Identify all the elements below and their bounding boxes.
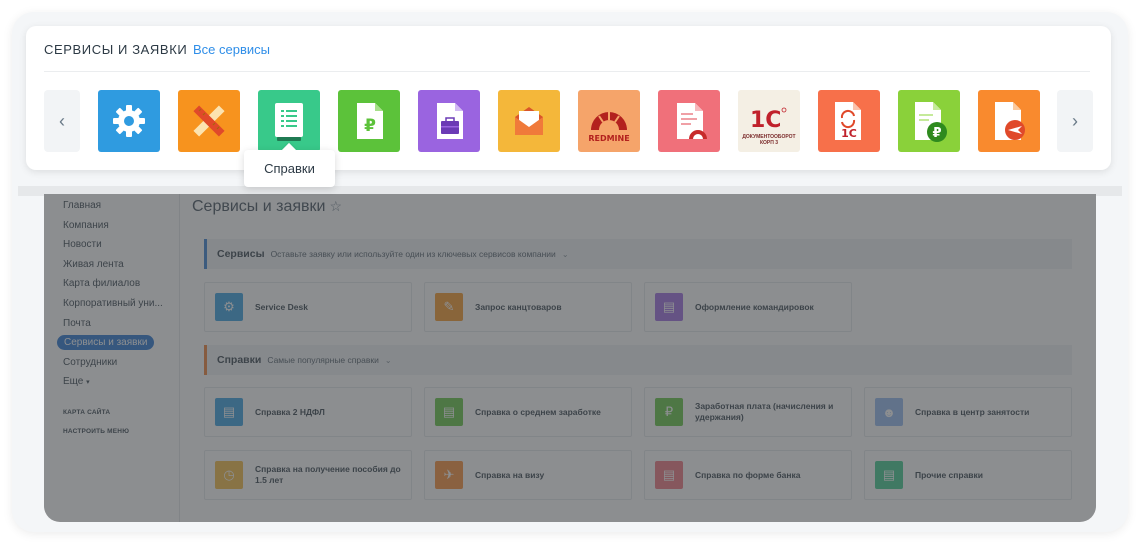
tile-average-salary[interactable]: ▤ Справка о среднем заработке	[424, 387, 632, 437]
service-tile-12[interactable]	[978, 90, 1040, 152]
1c-product-label: ДОКУМЕНТООБОРОТ КОРП 3	[742, 134, 796, 146]
bank-document-icon: ▤	[655, 461, 683, 489]
ruble-document-icon: ₽	[915, 102, 947, 142]
services-card: СЕРВИСЫ И ЗАЯВКИ Все сервисы ‹ ₽ REDMINE…	[26, 26, 1111, 170]
sidebar-item-more-label: Еще	[63, 376, 84, 387]
tile-visa[interactable]: ✈ Справка на визу	[424, 450, 632, 500]
plane-document-icon: ✈	[435, 461, 463, 489]
gear-icon	[113, 105, 145, 137]
clock-document-icon: ◷	[215, 461, 243, 489]
redmine-label: REDMINE	[588, 134, 629, 143]
card-divider	[44, 71, 1090, 72]
sidebar: Главная Компания Новости Живая лента Кар…	[44, 194, 180, 522]
sidebar-item-more[interactable]: Еще ▾	[63, 376, 90, 387]
svg-text:₽: ₽	[932, 126, 941, 141]
chevron-right-icon: ›	[1072, 110, 1078, 131]
tile-label: Справка 2 НДФЛ	[255, 406, 325, 417]
person-document-icon: ☻	[875, 398, 903, 426]
briefcase-document-icon: ▤	[655, 293, 683, 321]
card-title: СЕРВИСЫ И ЗАЯВКИ	[44, 42, 188, 57]
service-tile-1[interactable]	[98, 90, 160, 152]
service-tile-6[interactable]	[498, 90, 560, 152]
sidebar-sitemap-link[interactable]: КАРТА САЙТА	[63, 409, 110, 416]
service-tile-5[interactable]	[418, 90, 480, 152]
tile-label: Прочие справки	[915, 469, 984, 480]
tile-service-desk[interactable]: ⚙ Service Desk	[204, 282, 412, 332]
sidebar-item-corp-university[interactable]: Корпоративный уни...	[63, 298, 163, 309]
svg-text:1С: 1С	[841, 127, 857, 140]
sidebar-item-branches-map[interactable]: Карта филиалов	[63, 278, 140, 289]
document-list-icon	[275, 103, 303, 141]
1c-logo-text: 1С	[750, 108, 781, 133]
redmine-logo-icon: REDMINE	[588, 110, 630, 143]
document-icon: ▤	[435, 398, 463, 426]
section-title: Справки	[217, 354, 262, 366]
tile-other-certificates[interactable]: ▤ Прочие справки	[864, 450, 1072, 500]
tile-label: Справка в центр занятости	[915, 406, 1030, 417]
page-title-text: Сервисы и заявки	[192, 198, 326, 215]
gear-icon: ⚙	[215, 293, 243, 321]
chevron-down-icon: ⌄	[561, 249, 569, 259]
document-redmine-icon	[677, 103, 707, 139]
tile-label: Запрос канцтоваров	[475, 301, 562, 312]
pencil-ruler-icon	[193, 105, 225, 137]
document-icon: ▤	[215, 398, 243, 426]
sidebar-item-employees[interactable]: Сотрудники	[63, 357, 117, 368]
sidebar-item-mail[interactable]: Почта	[63, 318, 91, 329]
sidebar-configure-menu-link[interactable]: НАСТРОИТЬ МЕНЮ	[63, 428, 129, 435]
tile-label: Заработная плата (начисления и удержания…	[695, 401, 834, 422]
service-tooltip: Справки	[244, 150, 335, 187]
section-title: Сервисы	[217, 248, 265, 260]
svg-text:₽: ₽	[364, 116, 376, 136]
chevron-down-icon: ⌄	[384, 355, 392, 365]
prev-button[interactable]: ‹	[44, 90, 80, 152]
service-tile-2[interactable]	[178, 90, 240, 152]
plane-document-icon	[995, 102, 1025, 140]
tile-salary[interactable]: ₽ Заработная плата (начисления и удержан…	[644, 387, 852, 437]
section-header-certificates[interactable]: Справки Самые популярные справки ⌄	[204, 345, 1072, 375]
tile-label: Оформление командировок	[695, 301, 814, 312]
tile-child-allowance[interactable]: ◷ Справка на получение пособия до 1.5 ле…	[204, 450, 412, 500]
service-tile-10[interactable]: 1С	[818, 90, 880, 152]
tile-label: Справка о среднем заработке	[475, 406, 601, 417]
sidebar-item-news[interactable]: Новости	[63, 239, 102, 250]
portal-background: Главная Компания Новости Живая лента Кар…	[44, 194, 1096, 522]
tile-label: Service Desk	[255, 301, 308, 312]
service-tile-8[interactable]	[658, 90, 720, 152]
section-header-services[interactable]: Сервисы Оставьте заявку или используйте …	[204, 239, 1072, 269]
envelope-icon	[515, 107, 543, 135]
briefcase-document-icon	[437, 103, 463, 139]
service-tile-9[interactable]: 1С ДОКУМЕНТООБОРОТ КОРП 3	[738, 90, 800, 152]
all-services-link[interactable]: Все сервисы	[193, 42, 270, 57]
document-list-icon: ▤	[875, 461, 903, 489]
service-tile-4[interactable]: ₽	[338, 90, 400, 152]
tile-label: Справка на получение пособия до 1.5 лет	[255, 464, 401, 485]
star-icon[interactable]: ☆	[329, 198, 342, 214]
tile-ndfl[interactable]: ▤ Справка 2 НДФЛ	[204, 387, 412, 437]
tile-label: Справка по форме банка	[695, 469, 801, 480]
service-tile-7[interactable]: REDMINE	[578, 90, 640, 152]
tile-office-supplies[interactable]: ✎ Запрос канцтоваров	[424, 282, 632, 332]
chevron-left-icon: ‹	[59, 110, 65, 131]
sidebar-item-company[interactable]: Компания	[63, 220, 109, 231]
tile-employment-center[interactable]: ☻ Справка в центр занятости	[864, 387, 1072, 437]
sidebar-item-home[interactable]: Главная	[63, 200, 101, 211]
pencil-ruler-icon: ✎	[435, 293, 463, 321]
sidebar-item-live-feed[interactable]: Живая лента	[63, 259, 124, 270]
next-button[interactable]: ›	[1057, 90, 1093, 152]
section-description: Оставьте заявку или используйте один из …	[270, 249, 556, 259]
ruble-document-icon: ₽	[655, 398, 683, 426]
sidebar-item-services[interactable]: Сервисы и заявки	[57, 335, 155, 350]
section-description: Самые популярные справки	[267, 355, 379, 365]
1c-sync-document-icon: 1С	[835, 102, 861, 140]
tile-label: Справка на визу	[475, 469, 545, 480]
ruble-document-icon: ₽	[357, 103, 383, 139]
page-title: Сервисы и заявки ☆	[192, 198, 342, 216]
service-tile-11[interactable]: ₽	[898, 90, 960, 152]
chevron-down-icon: ▾	[86, 379, 90, 386]
tile-bank-form[interactable]: ▤ Справка по форме банка	[644, 450, 852, 500]
tile-business-trips[interactable]: ▤ Оформление командировок	[644, 282, 852, 332]
